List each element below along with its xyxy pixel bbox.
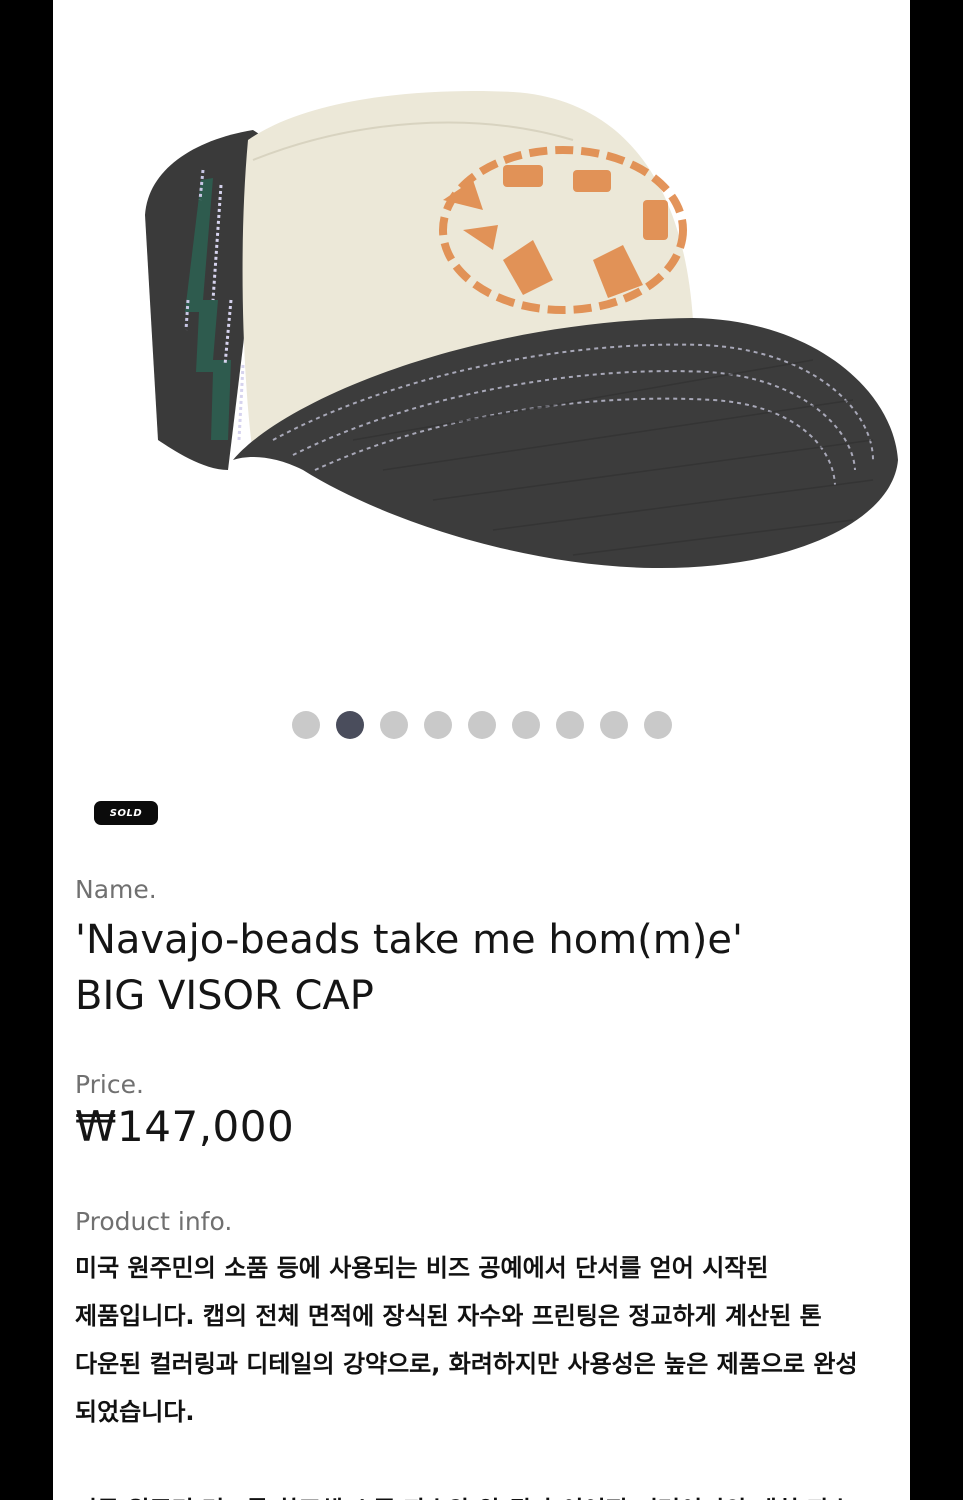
carousel-dot[interactable] bbox=[291, 711, 320, 739]
carousel-dot-active[interactable] bbox=[335, 711, 364, 739]
product-image-carousel[interactable] bbox=[53, 0, 910, 680]
carousel-pagination bbox=[53, 711, 910, 739]
product-info-text: 미국 원주민의 소품 등에 사용되는 비즈 공예에서 단서를 얻어 시작된 제품… bbox=[75, 1254, 858, 1426]
name-label: Name. bbox=[75, 875, 157, 904]
product-name: 'Navajo-beads take me hom(m)e' BIG VISOR… bbox=[75, 912, 875, 1024]
carousel-dot[interactable] bbox=[643, 711, 672, 739]
carousel-dot[interactable] bbox=[555, 711, 584, 739]
product-name-line2: BIG VISOR CAP bbox=[75, 973, 374, 1019]
carousel-dot[interactable] bbox=[379, 711, 408, 739]
carousel-dot[interactable] bbox=[467, 711, 496, 739]
product-page: SOLD Name. 'Navajo-beads take me hom(m)e… bbox=[53, 0, 910, 1500]
product-price: ₩147,000 bbox=[75, 1102, 295, 1151]
product-name-line1: 'Navajo-beads take me hom(m)e' bbox=[75, 917, 743, 963]
product-info-text-cutoff: 미국 원주민 러그를 참조해 소품 자수와 앞 뒤가 이어진 미러이미의 패치 … bbox=[75, 1486, 890, 1500]
cap-image bbox=[145, 91, 898, 569]
carousel-dot[interactable] bbox=[599, 711, 628, 739]
carousel-dot[interactable] bbox=[423, 711, 452, 739]
price-label: Price. bbox=[75, 1070, 144, 1099]
carousel-dot[interactable] bbox=[511, 711, 540, 739]
product-info-label: Product info. bbox=[75, 1207, 233, 1236]
sold-badge: SOLD bbox=[94, 801, 158, 825]
